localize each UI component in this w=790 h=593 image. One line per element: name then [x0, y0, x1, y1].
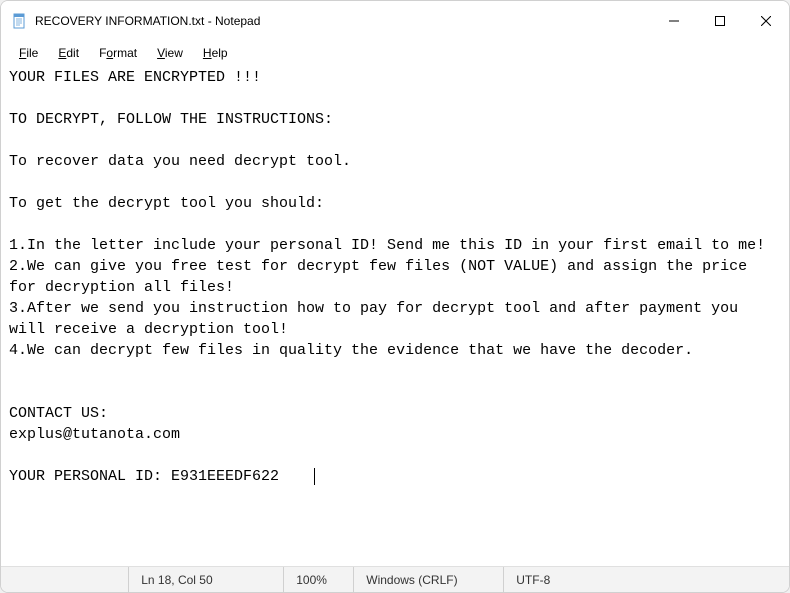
titlebar-buttons: [651, 1, 789, 41]
titlebar-left: RECOVERY INFORMATION.txt - Notepad: [11, 13, 260, 29]
menu-file-rest: ile: [26, 46, 38, 60]
close-button[interactable]: [743, 1, 789, 41]
text-cursor: [314, 468, 315, 485]
menu-view-rest: iew: [165, 46, 183, 60]
menu-help[interactable]: Help: [193, 44, 238, 62]
status-cursor-position: Ln 18, Col 50: [128, 567, 283, 592]
document-text: YOUR FILES ARE ENCRYPTED !!! TO DECRYPT,…: [9, 69, 765, 485]
menu-format-rest: rmat: [113, 46, 137, 60]
notepad-window: RECOVERY INFORMATION.txt - Notepad File …: [0, 0, 790, 593]
titlebar: RECOVERY INFORMATION.txt - Notepad: [1, 1, 789, 41]
menu-help-rest: elp: [212, 46, 228, 60]
text-area[interactable]: YOUR FILES ARE ENCRYPTED !!! TO DECRYPT,…: [1, 65, 789, 566]
minimize-button[interactable]: [651, 1, 697, 41]
menu-edit-rest: dit: [66, 46, 79, 60]
notepad-icon: [11, 13, 27, 29]
menu-format[interactable]: Format: [89, 44, 147, 62]
menubar: File Edit Format View Help: [1, 41, 789, 65]
window-title: RECOVERY INFORMATION.txt - Notepad: [35, 14, 260, 28]
maximize-button[interactable]: [697, 1, 743, 41]
statusbar: Ln 18, Col 50 100% Windows (CRLF) UTF-8: [1, 566, 789, 592]
menu-edit[interactable]: Edit: [48, 44, 89, 62]
status-zoom: 100%: [283, 567, 353, 592]
status-line-ending: Windows (CRLF): [353, 567, 503, 592]
menu-view[interactable]: View: [147, 44, 193, 62]
menu-file[interactable]: File: [9, 44, 48, 62]
status-encoding: UTF-8: [503, 567, 613, 592]
